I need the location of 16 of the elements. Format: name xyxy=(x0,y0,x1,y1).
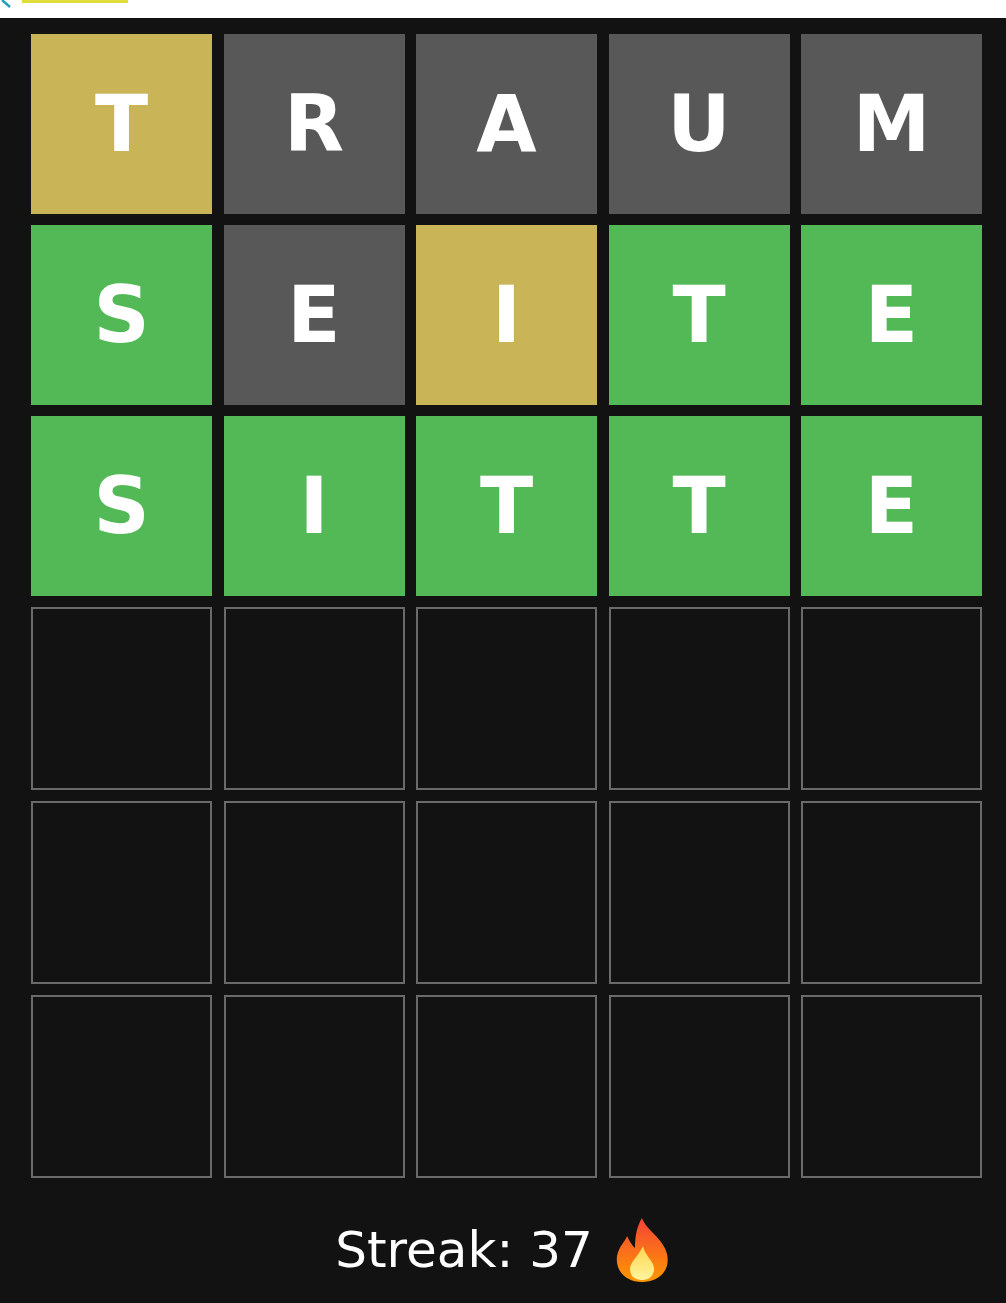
letter-tile: T xyxy=(608,416,790,596)
letter-tile: T xyxy=(416,416,597,596)
letter-tile: I xyxy=(416,225,597,405)
letter-tile: U xyxy=(608,34,790,214)
letter-tile: T xyxy=(608,225,790,405)
letter-tile: M xyxy=(801,34,982,214)
letter-tile: E xyxy=(801,225,982,405)
letter-tile: S xyxy=(31,416,212,596)
letter-tile: S xyxy=(31,225,212,405)
letter-tile: A xyxy=(416,34,597,214)
streak-counter: Streak: 37 xyxy=(335,1221,593,1279)
letter-tile: R xyxy=(223,34,405,214)
letter-tile: E xyxy=(801,416,982,596)
letter-tile: I xyxy=(223,416,405,596)
letter-tile: T xyxy=(31,34,212,214)
letter-tile: E xyxy=(223,225,405,405)
